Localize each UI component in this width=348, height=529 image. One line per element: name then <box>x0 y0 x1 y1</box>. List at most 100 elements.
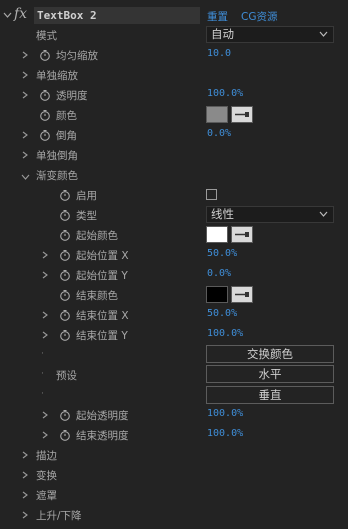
eyedropper-icon[interactable] <box>231 286 253 303</box>
expand-arrow-icon[interactable] <box>22 71 28 79</box>
mask-label: 遮罩 <box>36 490 57 502</box>
rise-fall-group-row[interactable]: 上升/下降 <box>0 505 348 525</box>
enable-label: 启用 <box>76 190 97 202</box>
expand-arrow-icon[interactable] <box>22 91 28 99</box>
uniform-scale-label: 均匀缩放 <box>56 50 98 62</box>
expand-arrow-icon[interactable] <box>42 411 48 419</box>
end-opacity-label: 结束透明度 <box>76 430 129 442</box>
stopwatch-icon[interactable] <box>59 429 71 441</box>
start-x-label: 起始位置 X <box>76 250 129 262</box>
end-opacity-value[interactable]: 100.0% <box>207 428 243 439</box>
opacity-label: 透明度 <box>56 90 88 102</box>
stopwatch-icon[interactable] <box>59 269 71 281</box>
expand-arrow-icon[interactable] <box>42 251 48 259</box>
end-color-swatch[interactable] <box>206 286 228 303</box>
expand-arrow-icon[interactable] <box>42 311 48 319</box>
expand-arrow-icon[interactable] <box>22 451 28 459</box>
collapse-arrow-icon[interactable] <box>21 171 30 184</box>
end-x-row: 结束位置 X 50.0% <box>0 305 348 325</box>
stopwatch-icon[interactable] <box>39 129 51 141</box>
type-value: 线性 <box>211 207 234 221</box>
expand-arrow-icon[interactable] <box>22 51 28 59</box>
expand-arrow-icon[interactable] <box>42 271 48 279</box>
opacity-value[interactable]: 100.0% <box>207 88 243 99</box>
stopwatch-icon[interactable] <box>39 49 51 61</box>
stopwatch-icon[interactable] <box>59 229 71 241</box>
mode-dropdown[interactable]: 自动 <box>206 26 334 43</box>
expand-arrow-icon[interactable] <box>22 511 28 519</box>
expand-arrow-icon[interactable] <box>42 431 48 439</box>
corner-value[interactable]: 0.0% <box>207 128 231 139</box>
stopwatch-icon[interactable] <box>59 409 71 421</box>
color-swatch[interactable] <box>206 106 228 123</box>
mode-value: 自动 <box>211 27 234 41</box>
transform-label: 变换 <box>36 470 57 482</box>
stopwatch-icon[interactable] <box>59 289 71 301</box>
layer-name-field: TextBox 2 <box>34 7 200 24</box>
uniform-scale-value[interactable]: 10.0 <box>207 48 231 59</box>
row-dot: · <box>41 349 44 359</box>
fx-icon[interactable]: fx <box>14 6 27 22</box>
stopwatch-icon[interactable] <box>59 249 71 261</box>
eyedropper-icon[interactable] <box>231 226 253 243</box>
expand-arrow-icon[interactable] <box>42 331 48 339</box>
separate-scale-label: 单独缩放 <box>36 70 78 82</box>
start-x-value[interactable]: 50.0% <box>207 248 237 259</box>
end-y-value[interactable]: 100.0% <box>207 328 243 339</box>
gradient-label: 渐变颜色 <box>36 170 78 182</box>
effect-controls-panel: fx TextBox 2 重置 CG资源 模式 自动 均匀缩放 10.0 单独缩… <box>0 0 348 529</box>
row-dot: · <box>41 389 44 399</box>
start-x-row: 起始位置 X 50.0% <box>0 245 348 265</box>
transform-group-row[interactable]: 变换 <box>0 465 348 485</box>
eyedropper-icon[interactable] <box>231 106 253 123</box>
end-color-row: 结束颜色 <box>0 285 348 305</box>
stopwatch-icon[interactable] <box>59 309 71 321</box>
color-row: 颜色 <box>0 105 348 125</box>
type-dropdown[interactable]: 线性 <box>206 206 334 223</box>
end-x-value[interactable]: 50.0% <box>207 308 237 319</box>
reset-link[interactable]: 重置 <box>207 9 228 24</box>
opacity-row: 透明度 100.0% <box>0 85 348 105</box>
start-color-swatch[interactable] <box>206 226 228 243</box>
mask-group-row[interactable]: 遮罩 <box>0 485 348 505</box>
start-opacity-value[interactable]: 100.0% <box>207 408 243 419</box>
type-label: 类型 <box>76 210 97 222</box>
start-y-value[interactable]: 0.0% <box>207 268 231 279</box>
enable-checkbox[interactable] <box>206 189 217 200</box>
separate-corner-label: 单独倒角 <box>36 150 78 162</box>
expand-chevron-icon[interactable] <box>3 10 12 23</box>
end-y-row: 结束位置 Y 100.0% <box>0 325 348 345</box>
preset-label: 预设 <box>56 370 77 382</box>
swap-colors-button[interactable]: 交换颜色 <box>206 345 334 363</box>
stroke-label: 描边 <box>36 450 57 462</box>
gradient-enable-row: 启用 <box>0 185 348 205</box>
chevron-down-icon <box>319 28 328 44</box>
vertical-button[interactable]: 垂直 <box>206 386 334 404</box>
gradient-type-row: 类型 线性 <box>0 205 348 225</box>
start-opacity-label: 起始透明度 <box>76 410 129 422</box>
expand-arrow-icon[interactable] <box>22 131 28 139</box>
corner-label: 倒角 <box>56 130 77 142</box>
effect-header: fx TextBox 2 重置 CG资源 <box>0 6 348 26</box>
expand-arrow-icon[interactable] <box>22 471 28 479</box>
end-color-label: 结束颜色 <box>76 290 118 302</box>
separate-scale-row: 单独缩放 <box>0 65 348 85</box>
uniform-scale-row: 均匀缩放 10.0 <box>0 45 348 65</box>
start-color-row: 起始颜色 <box>0 225 348 245</box>
stopwatch-icon[interactable] <box>59 209 71 221</box>
rise-fall-label: 上升/下降 <box>36 510 82 522</box>
corner-row: 倒角 0.0% <box>0 125 348 145</box>
horizontal-button[interactable]: 水平 <box>206 365 334 383</box>
stopwatch-icon[interactable] <box>39 109 51 121</box>
color-label: 颜色 <box>56 110 77 122</box>
expand-arrow-icon[interactable] <box>22 491 28 499</box>
stopwatch-icon[interactable] <box>59 329 71 341</box>
stopwatch-icon[interactable] <box>59 189 71 201</box>
cg-resources-link[interactable]: CG资源 <box>241 9 277 24</box>
end-x-label: 结束位置 X <box>76 310 129 322</box>
stroke-group-row[interactable]: 描边 <box>0 445 348 465</box>
expand-arrow-icon[interactable] <box>22 151 28 159</box>
start-y-row: 起始位置 Y 0.0% <box>0 265 348 285</box>
end-y-label: 结束位置 Y <box>76 330 128 342</box>
stopwatch-icon[interactable] <box>39 89 51 101</box>
